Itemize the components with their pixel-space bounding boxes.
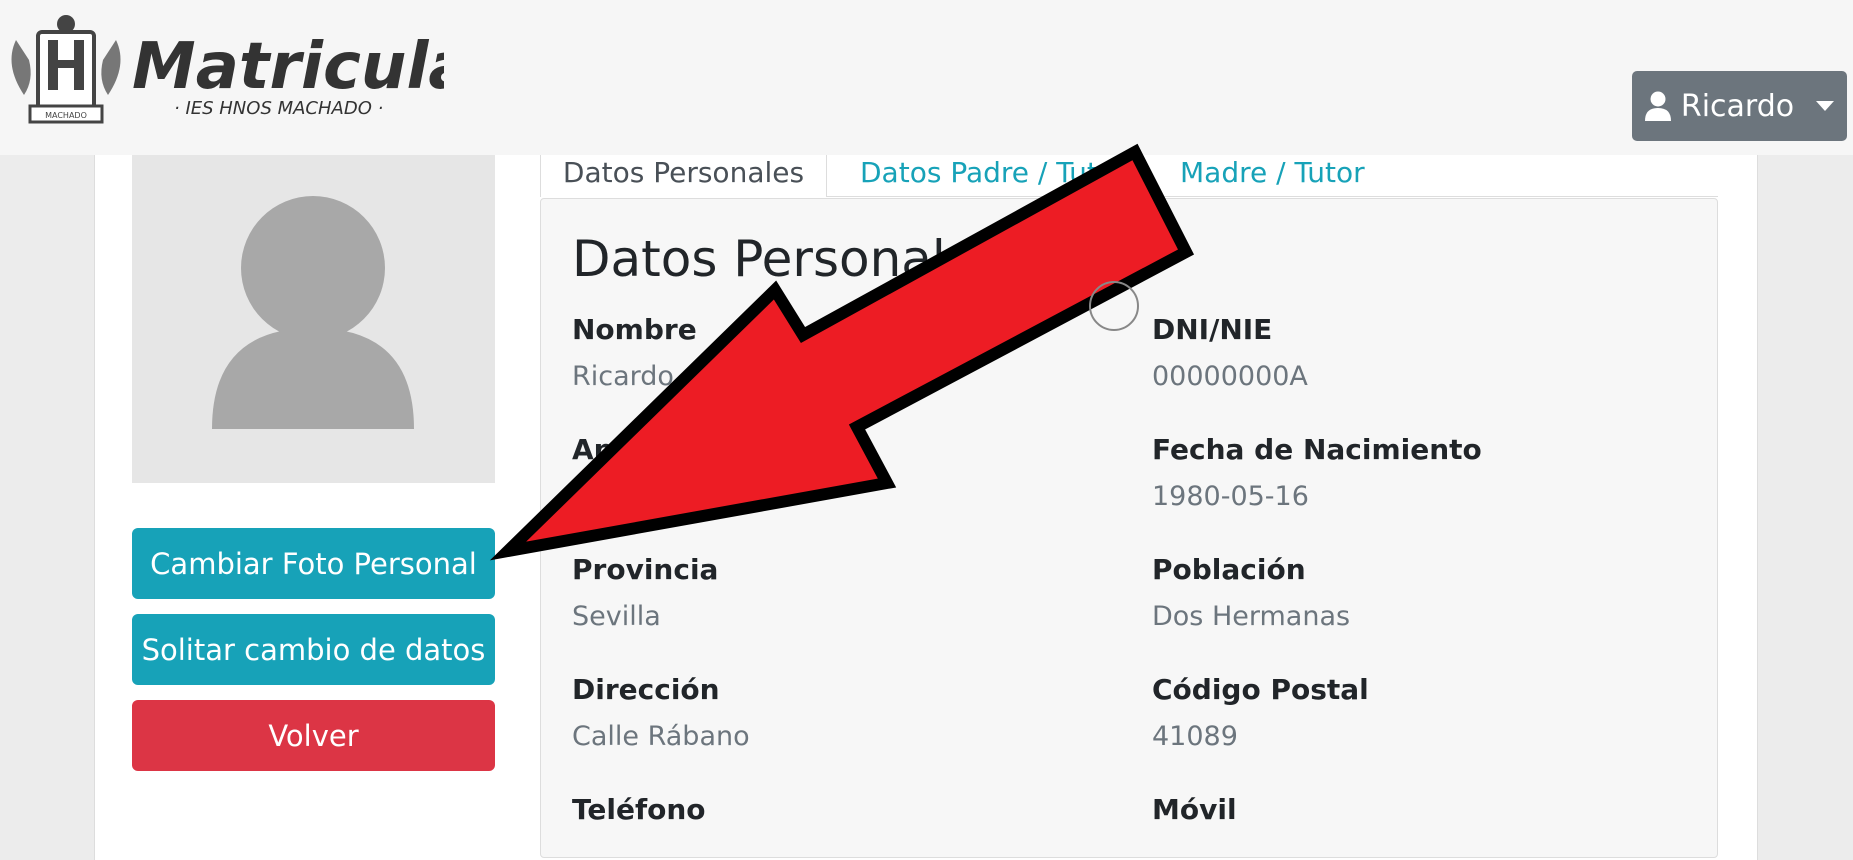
field-label-apellidos: Apellidos (572, 433, 718, 466)
personal-data-panel (540, 198, 1718, 858)
school-logo[interactable]: MACHADO MatriculaT! · IES HNOS MACHADO · (4, 10, 444, 130)
field-label-dni: DNI/NIE (1152, 313, 1273, 346)
field-value-codigo-postal: 41089 (1152, 721, 1238, 752)
field-value-dni: 00000000A (1152, 361, 1308, 392)
school-emblem-icon: MACHADO (11, 15, 121, 124)
logo-subtitle: · IES HNOS MACHADO · (174, 98, 383, 119)
field-label-nombre: Nombre (572, 313, 697, 346)
field-value-nombre: Ricardo (572, 361, 674, 392)
request-data-change-button[interactable]: Solitar cambio de datos (132, 614, 495, 685)
field-label-provincia: Provincia (572, 553, 719, 586)
field-value-provincia: Sevilla (572, 601, 661, 632)
panel-title: Datos Personales (572, 230, 1003, 288)
caret-down-icon (1816, 101, 1835, 111)
user-menu-button[interactable]: Ricardo (1632, 71, 1847, 141)
back-button[interactable]: Volver (132, 700, 495, 771)
field-value-direccion: Calle Rábano (572, 721, 750, 752)
field-label-fecha-nacimiento: Fecha de Nacimiento (1152, 433, 1482, 466)
profile-photo (132, 140, 495, 483)
field-value-fecha-nacimiento: 1980-05-16 (1152, 481, 1309, 512)
change-photo-button[interactable]: Cambiar Foto Personal (132, 528, 495, 599)
field-label-telefono: Teléfono (572, 793, 706, 826)
user-icon (1644, 91, 1671, 121)
svg-text:MACHADO: MACHADO (45, 111, 87, 120)
field-label-codigo-postal: Código Postal (1152, 673, 1369, 706)
tab-divider (827, 196, 1718, 197)
avatar-placeholder-icon (212, 196, 414, 429)
field-value-apellidos: Lin... (572, 481, 638, 512)
field-label-poblacion: Población (1152, 553, 1306, 586)
navbar: MACHADO MatriculaT! · IES HNOS MACHADO ·… (0, 0, 1853, 155)
field-value-poblacion: Dos Hermanas (1152, 601, 1351, 632)
field-label-direccion: Dirección (572, 673, 720, 706)
logo-text: MatriculaT! (132, 30, 444, 104)
field-label-movil: Móvil (1152, 793, 1237, 826)
user-name: Ricardo (1680, 88, 1795, 124)
